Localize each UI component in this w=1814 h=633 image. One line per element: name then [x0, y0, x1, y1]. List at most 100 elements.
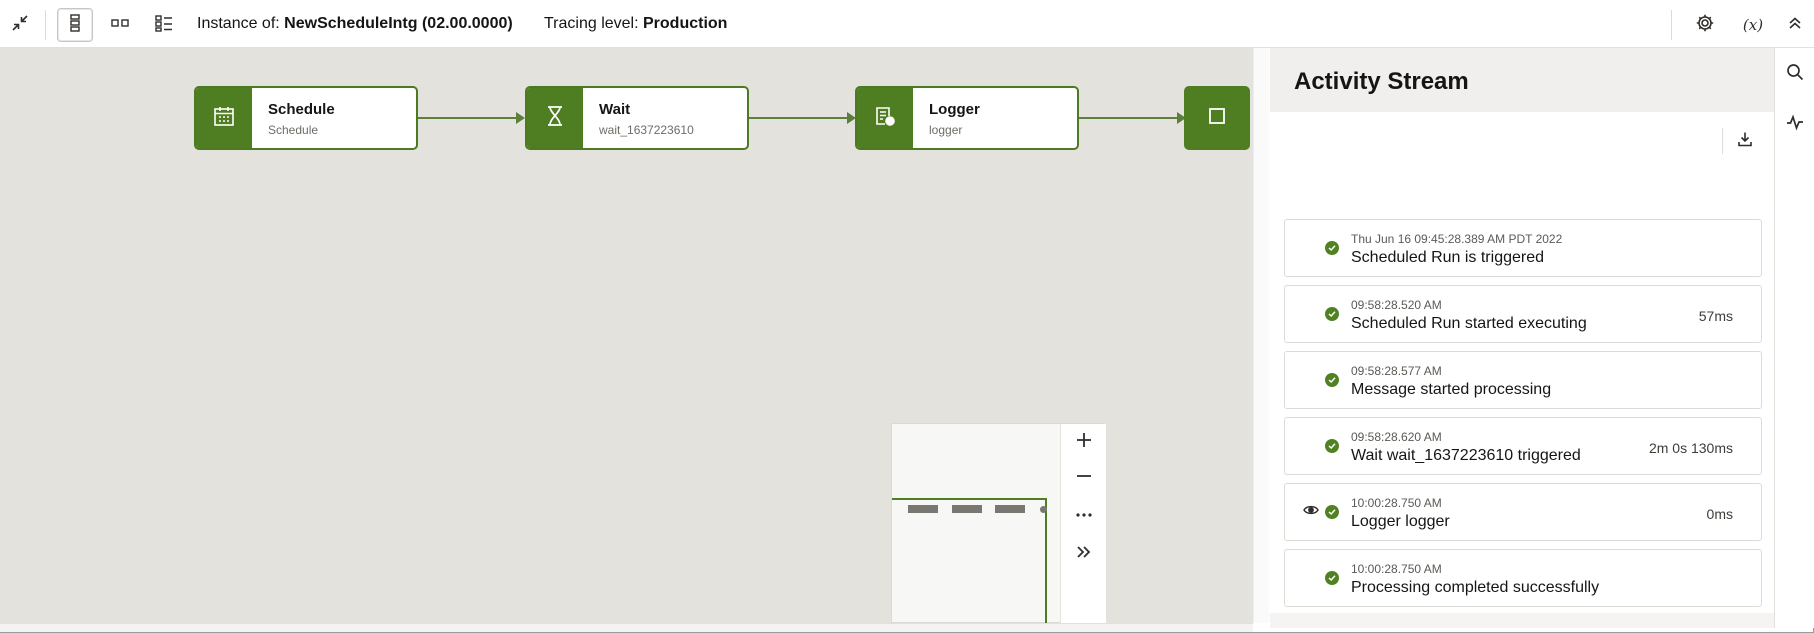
entry-message: Logger logger	[1351, 513, 1450, 530]
gear-icon	[1695, 13, 1715, 38]
logger-icon	[874, 105, 896, 132]
instance-name: NewScheduleIntg (02.00.0000)	[284, 15, 513, 32]
entry-message: Scheduled Run is triggered	[1351, 249, 1545, 266]
minimap-node	[908, 505, 938, 513]
expand-icon	[1076, 545, 1092, 564]
entry-duration: 57ms	[1698, 308, 1733, 324]
success-check-icon	[1325, 307, 1339, 321]
canvas-horizontal-scrollbar[interactable]	[0, 623, 1253, 632]
vertical-layout-icon	[69, 13, 81, 38]
zoom-out-button[interactable]	[1061, 460, 1107, 496]
canvas-vertical-scrollbar[interactable]	[1253, 48, 1269, 623]
activity-stream-body: Thu Jun 16 09:45:28.389 AM PDT 2022 Sche…	[1270, 112, 1774, 613]
download-button[interactable]	[1730, 126, 1760, 156]
view-payload-button[interactable]	[1302, 504, 1320, 520]
node-icon-box	[857, 88, 913, 148]
node-icon-box	[196, 88, 252, 148]
success-check-icon	[1325, 439, 1339, 453]
entry-timestamp: 10:00:28.750 AM	[1351, 562, 1442, 576]
minimap-viewport[interactable]	[892, 498, 1047, 628]
calendar-icon	[213, 105, 235, 132]
variables-icon: (x)	[1742, 16, 1764, 34]
horizontal-layout-button[interactable]	[102, 8, 138, 42]
chevron-up-icon	[1787, 15, 1803, 36]
top-toolbar: Instance of: NewScheduleIntg (02.00.0000…	[0, 0, 1814, 48]
success-check-icon	[1325, 571, 1339, 585]
tracing-level: Tracing level: Production	[544, 15, 727, 33]
collapse-button[interactable]	[2, 8, 38, 42]
entry-message: Wait wait_1637223610 triggered	[1351, 447, 1581, 464]
activity-stream-header: Activity Stream	[1270, 48, 1774, 112]
entry-timestamp: 09:58:28.520 AM	[1351, 298, 1442, 312]
vertical-layout-button[interactable]	[57, 8, 93, 42]
download-icon	[1737, 131, 1753, 152]
entry-message: Scheduled Run started executing	[1351, 315, 1587, 332]
node-title: Logger	[929, 101, 980, 118]
activity-entry[interactable]: 09:58:28.620 AM Wait wait_1637223610 tri…	[1284, 417, 1762, 475]
more-options-button[interactable]	[1061, 496, 1107, 532]
list-layout-button[interactable]	[146, 8, 182, 42]
minimap-node	[995, 505, 1025, 513]
flow-connector	[418, 112, 525, 124]
panel-horizontal-scrollbar[interactable]	[1270, 613, 1774, 628]
list-layout-icon	[154, 13, 174, 38]
success-check-icon	[1325, 505, 1339, 519]
toolbar-divider	[45, 10, 46, 40]
expand-minimap-button[interactable]	[1061, 536, 1107, 572]
node-icon-box	[527, 88, 583, 148]
activity-entry[interactable]: Thu Jun 16 09:45:28.389 AM PDT 2022 Sche…	[1284, 219, 1762, 277]
more-icon	[1075, 505, 1093, 523]
activity-stream-title: Activity Stream	[1294, 68, 1469, 95]
flow-connector	[749, 112, 856, 124]
minimap-controls	[1060, 424, 1106, 624]
flow-node-logger[interactable]: Logger logger	[855, 86, 1079, 150]
flow-node-end[interactable]	[1184, 86, 1250, 150]
flow-node-wait[interactable]: Wait wait_1637223610	[525, 86, 749, 150]
activity-entry[interactable]: 10:00:28.750 AM Logger logger 0ms	[1284, 483, 1762, 541]
tracing-label: Tracing level:	[544, 15, 643, 32]
entry-timestamp: 10:00:28.750 AM	[1351, 496, 1442, 510]
entry-duration: 2m 0s 130ms	[1648, 440, 1733, 456]
tracing-value: Production	[643, 15, 728, 32]
minimap-node	[952, 505, 982, 513]
instance-label: Instance of:	[197, 15, 285, 32]
right-rail	[1774, 48, 1814, 628]
collapse-header-button[interactable]	[1780, 8, 1810, 42]
horizontal-layout-icon	[110, 16, 130, 34]
flow-node-schedule[interactable]: Schedule Schedule	[194, 86, 418, 150]
success-check-icon	[1325, 373, 1339, 387]
success-check-icon	[1325, 241, 1339, 255]
node-subtitle: Schedule	[268, 123, 319, 137]
activity-entry[interactable]: 09:58:28.520 AM Scheduled Run started ex…	[1284, 285, 1762, 343]
zoom-in-button[interactable]	[1061, 424, 1107, 460]
entry-duration: 0ms	[1706, 506, 1733, 522]
zoom-out-icon	[1075, 467, 1093, 490]
search-icon	[1786, 63, 1804, 86]
entry-message: Processing completed successfully	[1351, 579, 1600, 596]
search-button[interactable]	[1781, 60, 1809, 88]
flow-connector	[1079, 112, 1186, 124]
entry-timestamp: Thu Jun 16 09:45:28.389 AM PDT 2022	[1351, 232, 1563, 246]
settings-button[interactable]	[1687, 8, 1723, 42]
entry-message: Message started processing	[1351, 381, 1552, 398]
instance-title: Instance of: NewScheduleIntg (02.00.0000…	[197, 15, 513, 33]
variables-button[interactable]: (x)	[1735, 8, 1771, 42]
activity-stream-toggle[interactable]	[1781, 110, 1809, 138]
activity-entry[interactable]: 09:58:28.577 AM Message started processi…	[1284, 351, 1762, 409]
node-title: Schedule	[268, 101, 335, 118]
node-subtitle: wait_1637223610	[599, 123, 694, 137]
panel-divider	[1722, 128, 1723, 154]
activity-icon	[1786, 113, 1804, 136]
stop-icon	[1208, 107, 1226, 130]
minimap-node	[1040, 506, 1047, 513]
node-subtitle: logger	[929, 123, 963, 137]
entry-timestamp: 09:58:28.577 AM	[1351, 364, 1442, 378]
eye-icon	[1303, 503, 1319, 521]
collapse-icon	[10, 13, 30, 38]
minimap[interactable]	[891, 423, 1106, 628]
activity-stream-panel: Activity Stream Thu Jun 16 09:45:28.389 …	[1270, 48, 1774, 628]
node-title: Wait	[599, 101, 631, 118]
toolbar-divider	[1671, 10, 1672, 40]
activity-entry[interactable]: 10:00:28.750 AM Processing completed suc…	[1284, 549, 1762, 607]
zoom-in-icon	[1075, 431, 1093, 454]
